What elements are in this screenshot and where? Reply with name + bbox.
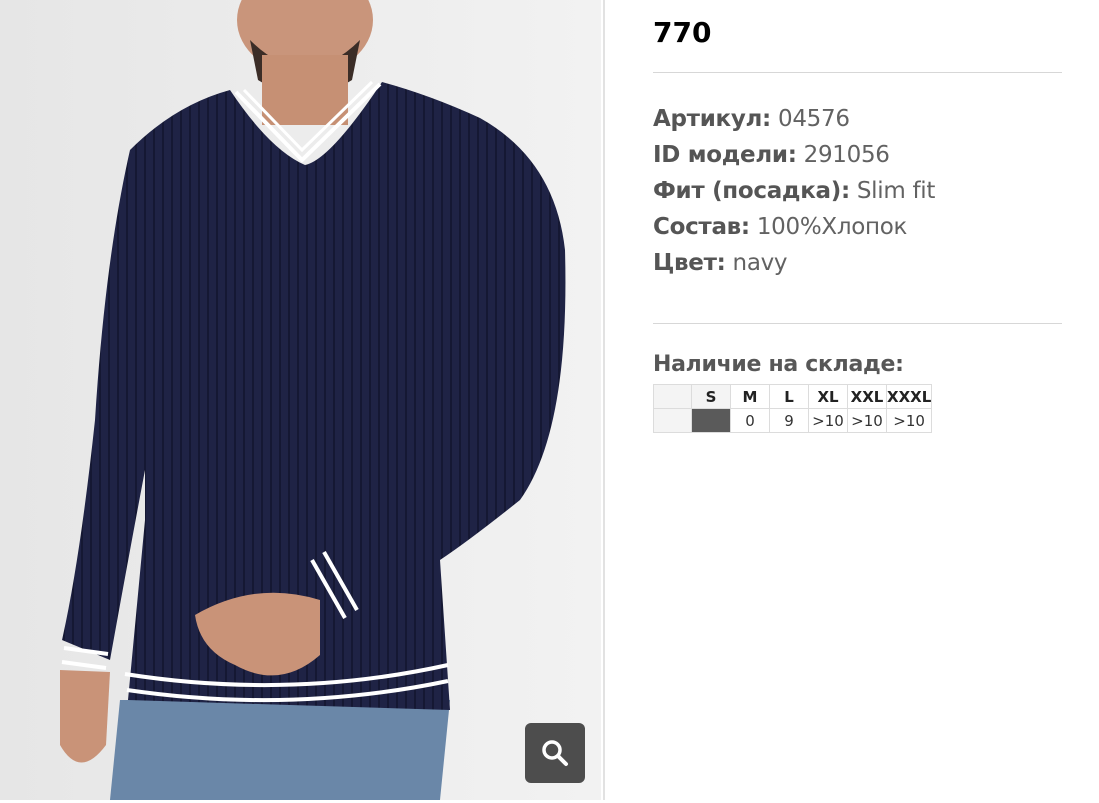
spec-label: Фит (посадка): [653, 178, 850, 204]
photo-divider [603, 0, 605, 800]
product-specs: Артикул: 04576 ID модели: 291056 Фит (по… [653, 101, 935, 281]
spec-composition: Состав: 100%Хлопок [653, 209, 935, 245]
spec-article: Артикул: 04576 [653, 101, 935, 137]
spec-value: Slim fit [856, 178, 936, 204]
spec-value: 100%Хлопок [756, 214, 908, 240]
stock-quantity-row: 0 9 >10 >10 >10 [653, 408, 933, 433]
size-xxl[interactable]: XXL [847, 384, 887, 409]
stock-size-row: S M L XL XXL XXXL [653, 384, 933, 409]
qty-xxl: >10 [847, 408, 887, 433]
divider [653, 323, 1062, 324]
size-l[interactable]: L [769, 384, 809, 409]
product-title: 770 [653, 16, 712, 49]
search-icon [542, 740, 568, 766]
sweater-illustration [0, 0, 601, 800]
qty-xl: >10 [808, 408, 848, 433]
spec-label: ID модели: [653, 142, 797, 168]
spec-value: 291056 [803, 142, 890, 168]
size-xl[interactable]: XL [808, 384, 848, 409]
spec-fit: Фит (посадка): Slim fit [653, 173, 935, 209]
size-m[interactable]: M [730, 384, 770, 409]
spec-value: 04576 [777, 106, 850, 132]
product-photo[interactable] [0, 0, 601, 800]
qty-l: 9 [769, 408, 809, 433]
size-xxxl[interactable]: XXXL [885, 384, 933, 409]
spec-model-id: ID модели: 291056 [653, 137, 935, 173]
stock-title: Наличие на складе: [653, 352, 904, 377]
spec-label: Состав: [653, 214, 750, 240]
divider [653, 72, 1062, 73]
stock-table: S M L XL XXL XXXL 0 9 >10 >10 >10 [653, 384, 933, 433]
zoom-button[interactable] [525, 723, 585, 783]
table-corner [653, 408, 692, 433]
spec-label: Артикул: [653, 106, 771, 132]
qty-m: 0 [730, 408, 770, 433]
spec-color: Цвет: navy [653, 245, 935, 281]
qty-s-unavailable [691, 408, 731, 433]
size-s[interactable]: S [691, 384, 731, 409]
qty-xxxl: >10 [885, 408, 933, 433]
table-corner [653, 384, 692, 409]
spec-label: Цвет: [653, 250, 726, 276]
spec-value: navy [732, 250, 788, 276]
